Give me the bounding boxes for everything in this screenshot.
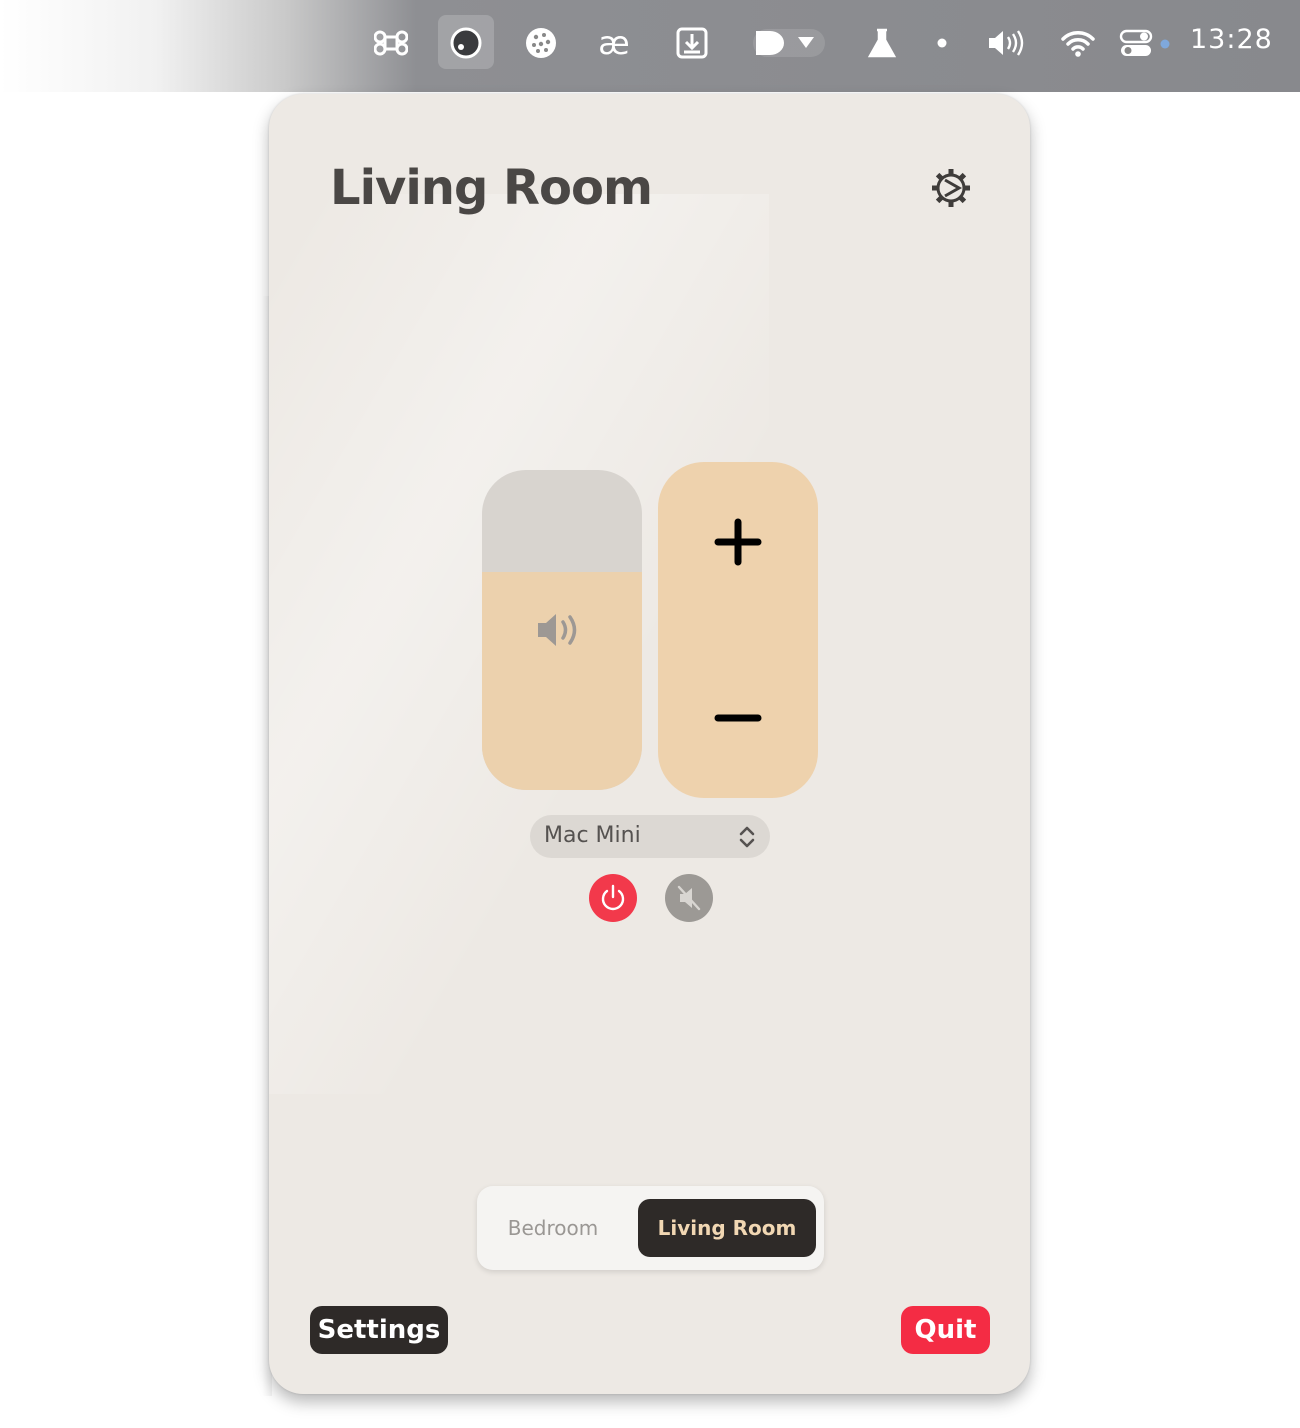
tab-living-room[interactable]: Living Room bbox=[638, 1199, 816, 1257]
power-icon bbox=[601, 884, 625, 911]
command-icon[interactable] bbox=[370, 18, 412, 68]
minus-icon bbox=[714, 714, 762, 722]
speaker-popover: Living Room Mac Mini Bedroom Living Room… bbox=[269, 94, 1030, 1394]
mute-icon bbox=[677, 885, 701, 911]
power-button[interactable] bbox=[589, 874, 637, 922]
ae-ligature-icon[interactable]: æ bbox=[592, 18, 636, 68]
speaker-icon bbox=[536, 610, 586, 655]
gear-icon[interactable] bbox=[927, 164, 975, 212]
flask-icon[interactable] bbox=[862, 18, 902, 68]
wifi-icon[interactable] bbox=[1058, 18, 1098, 68]
volume-slider-fill bbox=[482, 572, 642, 790]
menu-bar: æ 13:28 bbox=[0, 0, 1300, 92]
device-select-value: Mac Mini bbox=[544, 823, 641, 848]
plus-icon bbox=[714, 518, 762, 566]
control-center-icon[interactable] bbox=[1118, 18, 1174, 68]
mute-button[interactable] bbox=[665, 874, 713, 922]
shape-dropdown-icon[interactable] bbox=[752, 18, 828, 68]
dot-icon[interactable] bbox=[930, 18, 954, 68]
settings-button[interactable]: Settings bbox=[310, 1306, 448, 1354]
tab-bedroom[interactable]: Bedroom bbox=[489, 1199, 617, 1257]
volume-up-button[interactable] bbox=[658, 482, 818, 602]
volume-slider[interactable] bbox=[482, 470, 642, 790]
volume-down-button[interactable] bbox=[658, 658, 818, 778]
cookie-icon[interactable] bbox=[521, 18, 561, 68]
room-switcher: Bedroom Living Room bbox=[477, 1186, 824, 1270]
menubar-clock[interactable]: 13:28 bbox=[1190, 24, 1273, 55]
quit-button[interactable]: Quit bbox=[901, 1306, 990, 1354]
volume-stepper bbox=[658, 462, 818, 798]
download-box-icon[interactable] bbox=[672, 18, 712, 68]
room-title: Living Room bbox=[330, 160, 653, 216]
volume-icon[interactable] bbox=[984, 18, 1028, 68]
knob-icon[interactable] bbox=[446, 18, 486, 68]
device-select[interactable]: Mac Mini bbox=[530, 815, 770, 858]
chevron-up-down-icon bbox=[738, 824, 756, 855]
